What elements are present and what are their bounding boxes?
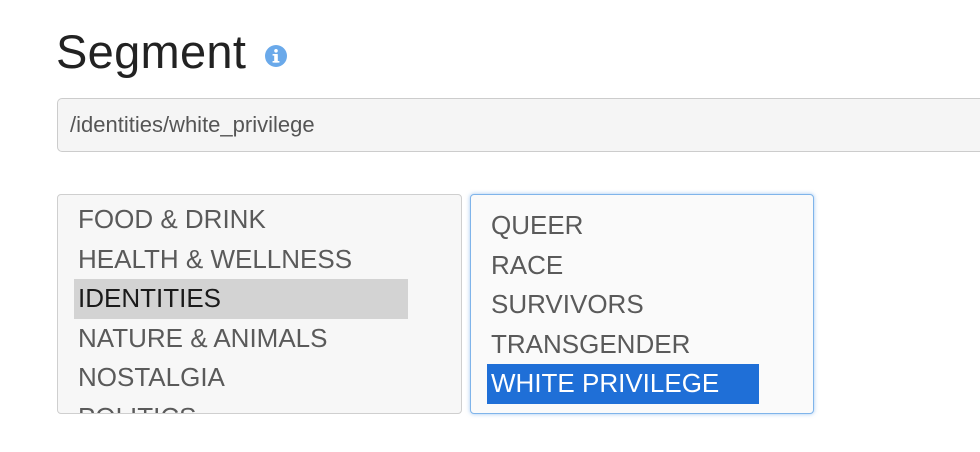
category-option-identities[interactable]: IDENTITIES xyxy=(74,279,408,319)
subcategory-option-race[interactable]: RACE xyxy=(487,246,759,286)
category-option-politics[interactable]: POLITICS xyxy=(74,398,408,414)
info-icon[interactable] xyxy=(264,44,288,68)
category-option-health-wellness[interactable]: HEALTH & WELLNESS xyxy=(74,240,408,280)
category-listbox[interactable]: FOOD & DRINK HEALTH & WELLNESS IDENTITIES N… xyxy=(57,194,462,414)
subcategory-option-queer[interactable]: QUEER xyxy=(487,206,759,246)
subcategory-option-white-privilege[interactable]: WHITE PRIVILEGE xyxy=(487,364,759,404)
subcategory-option-transgender[interactable]: TRANSGENDER xyxy=(487,325,759,365)
segment-editor: Segment FOOD & DRINKHEALTH & WELLNESSIDE… xyxy=(0,0,980,452)
category-option-nature-animals[interactable]: NATURE & ANIMALS xyxy=(74,319,408,359)
subcategory-listbox[interactable]: QUEER RACE SURVIVORS TRANSGENDER WHITE PRIVI… xyxy=(470,194,814,414)
page-title: Segment xyxy=(56,25,247,78)
category-option-food-drink[interactable]: FOOD & DRINK xyxy=(74,200,408,240)
category-list: FOOD & DRINK HEALTH & WELLNESS IDENTITIES N… xyxy=(74,200,408,414)
subcategory-option-survivors[interactable]: SURVIVORS xyxy=(487,285,759,325)
segment-path-field[interactable] xyxy=(57,98,980,152)
category-option-nostalgia[interactable]: NOSTALGIA xyxy=(74,358,408,398)
title-row: Segment xyxy=(56,22,288,82)
subcategory-list: QUEER RACE SURVIVORS TRANSGENDER WHITE PRIVI… xyxy=(487,206,759,404)
